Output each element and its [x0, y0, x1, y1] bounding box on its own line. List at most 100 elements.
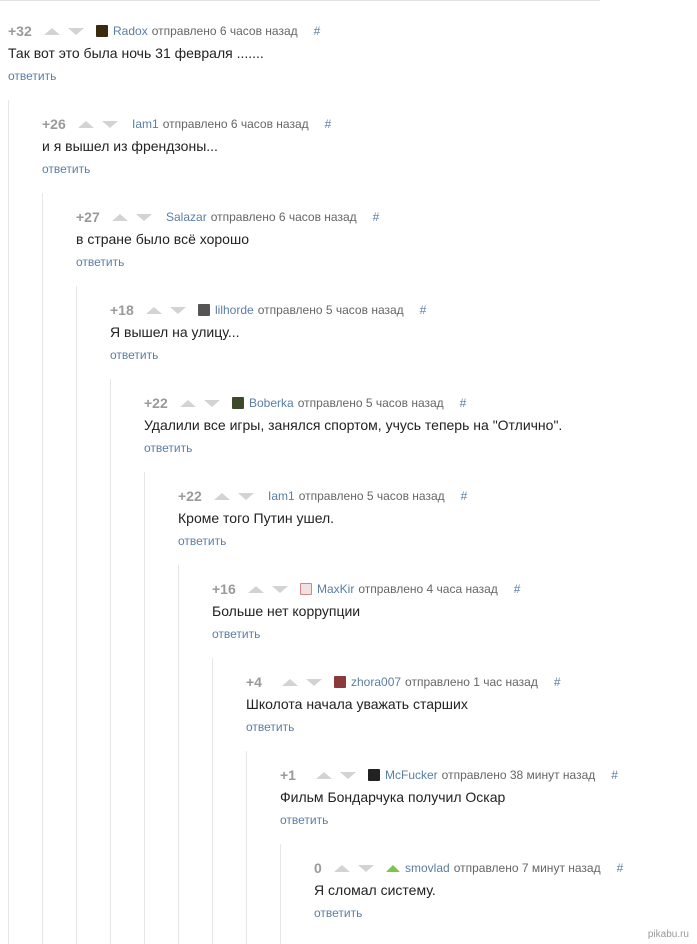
downvote-icon[interactable] — [306, 678, 322, 686]
comment-time: отправлено 6 часов назад — [151, 24, 298, 38]
comment-permalink[interactable]: # — [617, 861, 624, 875]
comment-text: Я сломал систему. — [314, 882, 436, 898]
downvote-icon[interactable] — [136, 213, 152, 221]
comment-time: отправлено 38 минут назад — [441, 768, 596, 782]
downvote-icon[interactable] — [170, 306, 186, 314]
comment-header: +16 MaxKir отправлено 4 часа назад # — [212, 580, 520, 598]
upvote-icon[interactable] — [44, 27, 60, 35]
downvote-icon[interactable] — [358, 864, 374, 872]
comment-score: +22 — [178, 488, 202, 504]
downvote-icon[interactable] — [204, 399, 220, 407]
comment-time: отправлено 5 часов назад — [257, 303, 404, 317]
comment-permalink[interactable]: # — [611, 768, 618, 782]
comment-score: +18 — [110, 302, 134, 318]
reply-link[interactable]: ответить — [314, 906, 362, 920]
thread-line — [246, 751, 247, 944]
avatar — [300, 583, 312, 595]
comment-permalink[interactable]: # — [461, 489, 468, 503]
comment-text: Больше нет коррупции — [212, 603, 361, 619]
avatar — [96, 25, 108, 37]
upvote-icon[interactable] — [316, 771, 332, 779]
comment-permalink[interactable]: # — [514, 582, 521, 596]
comment-author[interactable]: McFucker — [385, 768, 438, 782]
comment-time: отправлено 5 часов назад — [298, 489, 445, 503]
comment-time: отправлено 1 час назад — [405, 675, 538, 689]
comment-time: отправлено 7 минут назад — [453, 861, 601, 875]
reply-link[interactable]: ответить — [8, 69, 56, 83]
comment-header: +18 lilhorde отправлено 5 часов назад # — [110, 301, 426, 319]
reply-link[interactable]: ответить — [144, 441, 192, 455]
comment-header: +22 Iam1 отправлено 5 часов назад # — [178, 487, 467, 505]
comment-text: в стране было всё хорошо — [76, 231, 249, 247]
comment-score: +27 — [76, 209, 100, 225]
comment-author[interactable]: Iam1 — [132, 117, 159, 131]
avatar — [198, 304, 210, 316]
thread-line — [110, 379, 111, 944]
comment-header: +1 McFucker отправлено 38 минут назад # — [280, 766, 618, 784]
comment-score: +32 — [8, 23, 32, 39]
reply-link[interactable]: ответить — [110, 348, 158, 362]
thread-line — [178, 565, 179, 944]
reply-link[interactable]: ответить — [280, 813, 328, 827]
comment-permalink[interactable]: # — [460, 396, 467, 410]
comment-permalink[interactable]: # — [554, 675, 561, 689]
downvote-icon[interactable] — [340, 771, 356, 779]
comment-author[interactable]: smovlad — [405, 861, 450, 875]
comment-header: +27 Salazar отправлено 6 часов назад # — [76, 208, 379, 226]
upvote-icon[interactable] — [180, 399, 196, 407]
avatar — [334, 676, 346, 688]
comment-time: отправлено 6 часов назад — [210, 210, 357, 224]
thread-line — [42, 193, 43, 944]
comment-score: +16 — [212, 581, 236, 597]
upvote-icon[interactable] — [282, 678, 298, 686]
comment-text: Фильм Бондарчука получил Оскар — [280, 789, 506, 805]
comment-text: и я вышел из френдзоны... — [42, 138, 218, 154]
comment-permalink[interactable]: # — [314, 24, 321, 38]
avatar — [232, 397, 244, 409]
comment-score: +4 — [246, 674, 262, 690]
avatar — [368, 769, 380, 781]
upvote-icon[interactable] — [112, 213, 128, 221]
comment-text: Удалили все игры, занялся спортом, учусь… — [144, 417, 563, 433]
upvote-icon[interactable] — [248, 585, 264, 593]
comment-score: +26 — [42, 116, 66, 132]
downvote-icon[interactable] — [102, 120, 118, 128]
comment-header: +22 Boberka отправлено 5 часов назад # — [144, 394, 466, 412]
reply-link[interactable]: ответить — [246, 720, 294, 734]
comment-score: 0 — [314, 860, 322, 876]
comment-text: Школота начала уважать старших — [246, 696, 468, 712]
upvote-icon[interactable] — [334, 864, 350, 872]
comment-header: +4 zhora007 отправлено 1 час назад # — [246, 673, 561, 691]
thread-line — [8, 100, 9, 944]
upvote-icon[interactable] — [214, 492, 230, 500]
comment-score: +22 — [144, 395, 168, 411]
downvote-icon[interactable] — [68, 27, 84, 35]
comment-author[interactable]: Salazar — [166, 210, 207, 224]
thread-line — [280, 844, 281, 944]
comment-score: +1 — [280, 767, 296, 783]
reply-link[interactable]: ответить — [212, 627, 260, 641]
comment-author[interactable]: zhora007 — [351, 675, 401, 689]
comment-time: отправлено 5 часов назад — [297, 396, 444, 410]
comment-author[interactable]: MaxKir — [317, 582, 354, 596]
comment-author[interactable]: lilhorde — [215, 303, 254, 317]
comment-permalink[interactable]: # — [373, 210, 380, 224]
comment-author[interactable]: Radox — [113, 24, 148, 38]
thread-line — [76, 286, 77, 944]
top-divider — [0, 0, 600, 1]
comment-author[interactable]: Boberka — [249, 396, 294, 410]
comment-text: Кроме того Путин ушел. — [178, 510, 335, 526]
upvote-icon[interactable] — [146, 306, 162, 314]
downvote-icon[interactable] — [272, 585, 288, 593]
comment-header: +26 Iam1 отправлено 6 часов назад # — [42, 115, 331, 133]
comment-permalink[interactable]: # — [420, 303, 427, 317]
reply-link[interactable]: ответить — [76, 255, 124, 269]
comment-permalink[interactable]: # — [325, 117, 332, 131]
comment-header: 0 smovlad отправлено 7 минут назад # — [314, 859, 623, 877]
comment-author[interactable]: Iam1 — [268, 489, 295, 503]
downvote-icon[interactable] — [238, 492, 254, 500]
comment-header: +32 Radox отправлено 6 часов назад # — [8, 22, 320, 40]
reply-link[interactable]: ответить — [178, 534, 226, 548]
upvote-icon[interactable] — [78, 120, 94, 128]
reply-link[interactable]: ответить — [42, 162, 90, 176]
